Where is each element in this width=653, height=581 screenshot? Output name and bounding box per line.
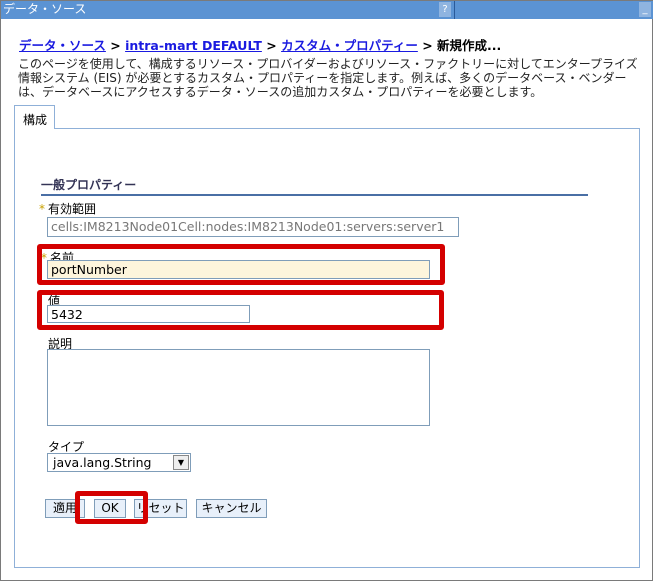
help-icon[interactable]: ?	[439, 2, 451, 17]
highlight-name	[37, 244, 445, 285]
scope-label: * 有効範囲	[39, 200, 96, 217]
tab-configuration[interactable]: 構成	[14, 105, 55, 129]
type-select[interactable]: java.lang.String ▼	[47, 453, 191, 472]
highlight-value	[37, 290, 444, 330]
highlight-ok	[75, 491, 148, 524]
cancel-button[interactable]: キャンセル	[196, 499, 267, 518]
breadcrumb-custom-properties[interactable]: カスタム・プロパティー	[281, 38, 418, 53]
required-icon: *	[39, 202, 45, 216]
breadcrumb-sep: >	[422, 38, 433, 53]
breadcrumb-sep: >	[110, 38, 121, 53]
breadcrumb-current: 新規作成...	[437, 38, 502, 53]
description-textarea[interactable]	[47, 349, 430, 426]
breadcrumb-data-source[interactable]: データ・ソース	[19, 38, 106, 53]
page-description: このページを使用して、構成するリソース・プロバイダーおよびリソース・ファクトリー…	[18, 57, 638, 99]
minimize-icon[interactable]: _	[639, 2, 651, 17]
breadcrumb-sep: >	[266, 38, 277, 53]
section-general-properties: 一般プロパティー	[41, 176, 588, 196]
chevron-down-icon[interactable]: ▼	[173, 455, 189, 470]
scope-label-text: 有効範囲	[48, 202, 97, 216]
titlebar-divider	[454, 1, 455, 19]
scope-field: cells:IM8213Node01Cell:nodes:IM8213Node0…	[47, 217, 459, 237]
window-titlebar: データ・ソース ? _	[1, 1, 653, 19]
breadcrumb: データ・ソース > intra-mart DEFAULT > カスタム・プロパテ…	[19, 35, 501, 54]
window-title: データ・ソース	[3, 2, 87, 16]
type-select-value: java.lang.String	[53, 455, 152, 470]
breadcrumb-intra-mart[interactable]: intra-mart DEFAULT	[125, 38, 262, 53]
